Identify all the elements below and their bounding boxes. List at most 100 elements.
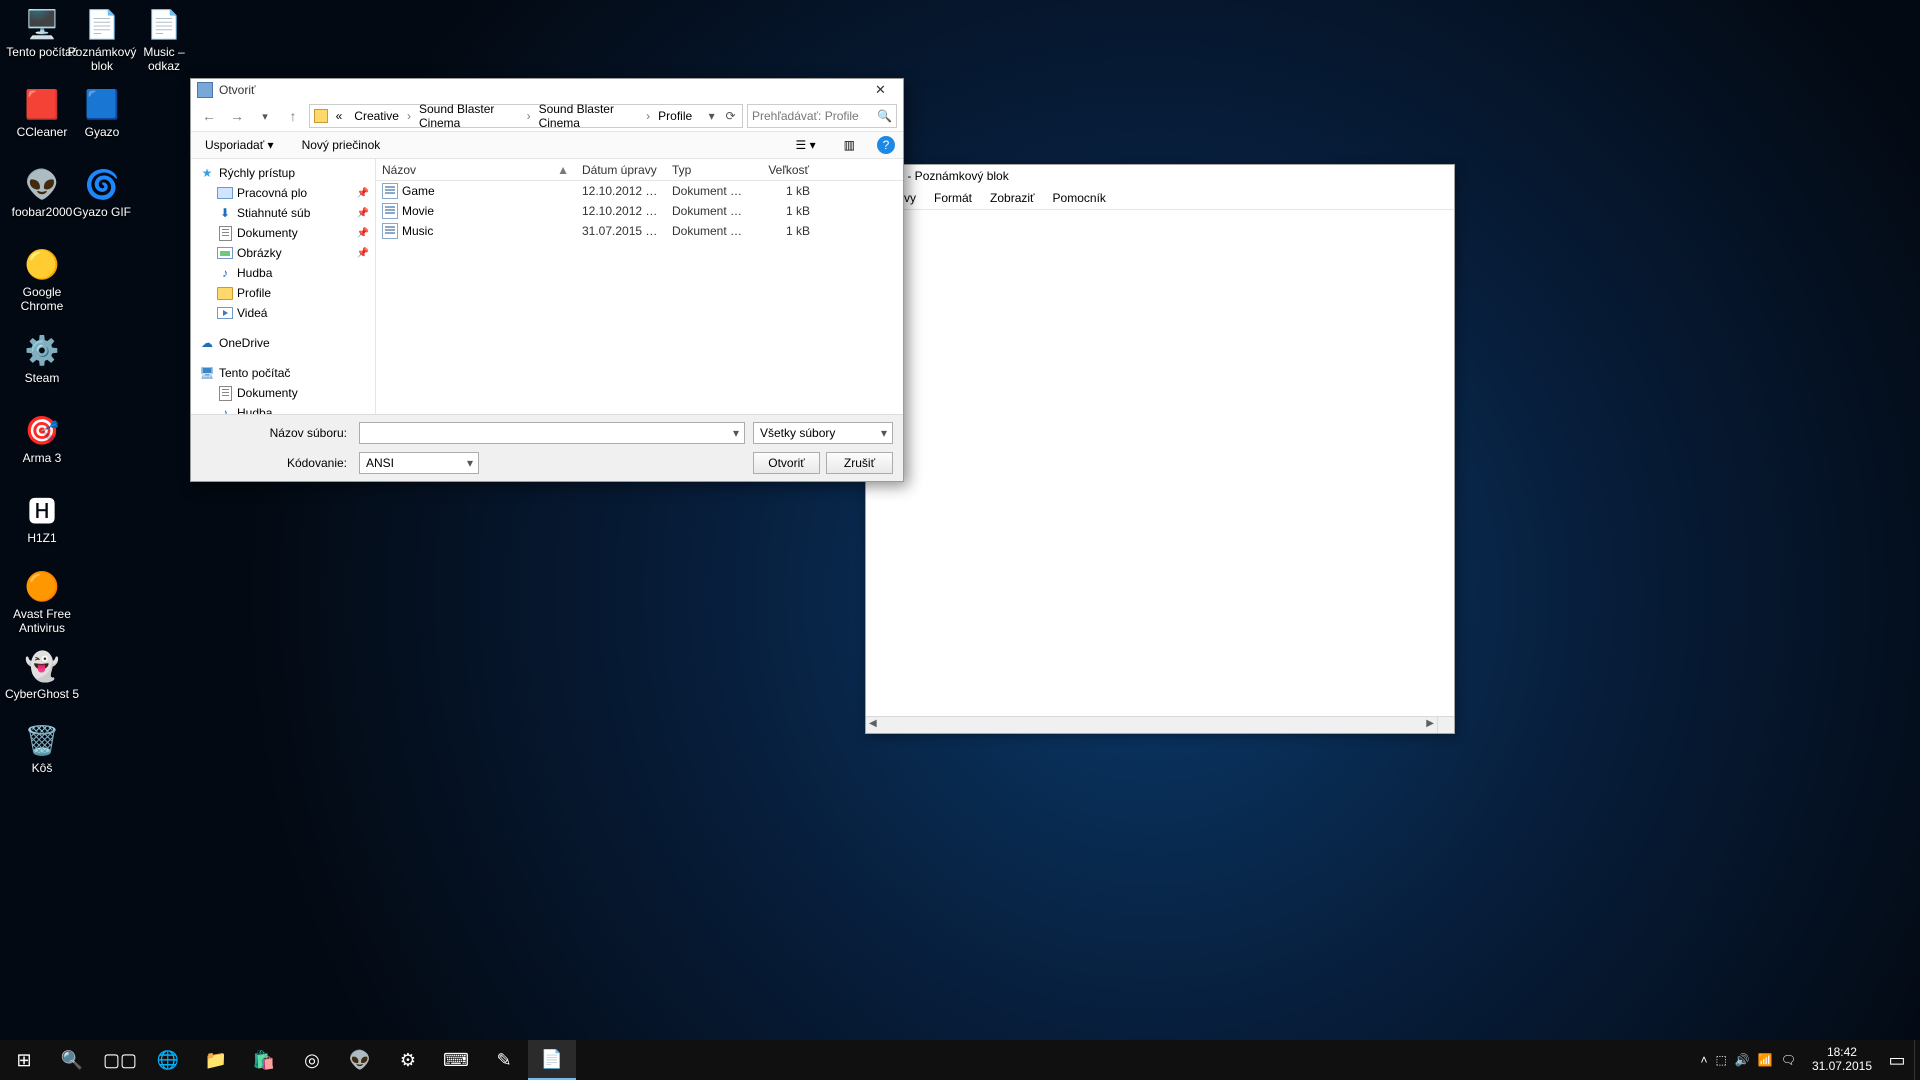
- notepad-menu-item[interactable]: Pomocník: [1045, 189, 1114, 207]
- taskbar-keyboard-button[interactable]: ⌨: [432, 1040, 480, 1080]
- nav-forward-button[interactable]: →: [225, 104, 249, 128]
- show-desktop-button[interactable]: [1914, 1040, 1920, 1080]
- file-filter-select[interactable]: Všetky súbory: [753, 422, 893, 444]
- file-row[interactable]: Game12.10.2012 10:22Dokument XML1 kB: [376, 181, 903, 201]
- file-row[interactable]: Movie12.10.2012 10:22Dokument XML1 kB: [376, 201, 903, 221]
- taskbar-settings-button[interactable]: ⚙: [384, 1040, 432, 1080]
- desktop-icon[interactable]: 👻CyberGhost 5: [4, 646, 80, 702]
- desktop-icon-label: CyberGhost 5: [4, 688, 80, 702]
- taskbar-explorer-button[interactable]: 📁: [192, 1040, 240, 1080]
- nav-tree-label: Dokumenty: [237, 226, 298, 240]
- nav-tree-item[interactable]: Profile: [191, 283, 375, 303]
- nav-tree-item[interactable]: Dokumenty📌: [191, 223, 375, 243]
- notepad-menu-item[interactable]: Zobraziť: [982, 189, 1043, 207]
- tray-icon[interactable]: 📶: [1758, 1053, 1773, 1067]
- taskbar-taskview-button[interactable]: ▢▢: [96, 1040, 144, 1080]
- notepad-textarea[interactable]: [866, 210, 1454, 733]
- desktop-icon[interactable]: 🟡Google Chrome: [4, 244, 80, 314]
- navigation-pane[interactable]: ★Rýchly prístupPracovná plo📌⬇Stiahnuté s…: [191, 159, 376, 414]
- notepad-title: názvu - Poznámkový blok: [872, 169, 1448, 183]
- nav-tree-item[interactable]: 🖥Tento počítač: [191, 363, 375, 383]
- desktop-icon[interactable]: 🗑️Kôš: [4, 720, 80, 776]
- nav-tree-label: Rýchly prístup: [219, 166, 295, 180]
- app-icon: 🌀: [82, 164, 122, 204]
- taskbar-notepad-button[interactable]: 📄: [528, 1040, 576, 1080]
- file-size: 1 kB: [756, 224, 816, 238]
- close-button[interactable]: ✕: [858, 79, 903, 101]
- column-headers: Názov▲ Dátum úpravy Typ Veľkosť: [376, 159, 903, 181]
- taskbar-chrome-button[interactable]: ◎: [288, 1040, 336, 1080]
- tray-icon[interactable]: 🔊: [1735, 1053, 1750, 1067]
- view-options-button[interactable]: ☰ ▾: [790, 135, 822, 155]
- filename-input[interactable]: [359, 422, 745, 444]
- app-icon: ⚙️: [22, 330, 62, 370]
- organize-button[interactable]: Usporiadať ▾: [199, 135, 280, 155]
- desktop-icon[interactable]: 🅷H1Z1: [4, 490, 80, 546]
- taskbar-edge-button[interactable]: 🌐: [144, 1040, 192, 1080]
- breadcrumb[interactable]: Profile: [654, 109, 696, 123]
- desktop-icon[interactable]: ⚙️Steam: [4, 330, 80, 386]
- desktop-icon[interactable]: 📄Music – odkaz: [126, 4, 202, 74]
- taskbar-store-button[interactable]: 🛍️: [240, 1040, 288, 1080]
- downloads-icon: ⬇: [217, 206, 233, 220]
- nav-tree-item[interactable]: Obrázky📌: [191, 243, 375, 263]
- scrollbar-horizontal[interactable]: [866, 716, 1437, 733]
- nav-tree-item[interactable]: Dokumenty: [191, 383, 375, 403]
- new-folder-button[interactable]: Nový priečinok: [296, 135, 387, 155]
- nav-up-button[interactable]: ↑: [281, 104, 305, 128]
- nav-tree-item[interactable]: ♪Hudba: [191, 403, 375, 414]
- breadcrumb[interactable]: Sound Blaster Cinema: [415, 102, 523, 130]
- column-size[interactable]: Veľkosť: [756, 159, 816, 180]
- desktop-icon[interactable]: 🟦Gyazo: [64, 84, 140, 140]
- tray-icon[interactable]: ˄: [1700, 1053, 1707, 1067]
- app-icon: 👽: [22, 164, 62, 204]
- nav-recent-button[interactable]: ▾: [253, 104, 277, 128]
- address-bar[interactable]: « Creative› Sound Blaster Cinema› Sound …: [309, 104, 743, 128]
- resize-grip[interactable]: [1437, 716, 1454, 733]
- search-input[interactable]: Prehľadávať: Profile 🔍: [747, 104, 897, 128]
- nav-tree-item[interactable]: ☁OneDrive: [191, 333, 375, 353]
- breadcrumb[interactable]: «: [332, 109, 347, 123]
- cancel-button[interactable]: Zrušiť: [826, 452, 893, 474]
- taskbar-foobar-button[interactable]: 👽: [336, 1040, 384, 1080]
- nav-tree-item[interactable]: Videá: [191, 303, 375, 323]
- breadcrumb[interactable]: Creative: [350, 109, 403, 123]
- taskbar-app1-button[interactable]: ✎: [480, 1040, 528, 1080]
- nav-tree-item[interactable]: ★Rýchly prístup: [191, 163, 375, 183]
- desktop-icon[interactable]: 🎯Arma 3: [4, 410, 80, 466]
- nav-tree-item[interactable]: Pracovná plo📌: [191, 183, 375, 203]
- sort-indicator-icon: ▲: [557, 163, 569, 177]
- address-dropdown[interactable]: ▾: [704, 109, 719, 123]
- nav-tree-item[interactable]: ⬇Stiahnuté súb📌: [191, 203, 375, 223]
- taskbar-clock[interactable]: 18:42 31.07.2015: [1804, 1046, 1880, 1074]
- breadcrumb[interactable]: Sound Blaster Cinema: [535, 102, 643, 130]
- column-date[interactable]: Dátum úpravy: [576, 159, 666, 180]
- xml-file-icon: [382, 203, 398, 219]
- taskbar-search-button[interactable]: 🔍: [48, 1040, 96, 1080]
- desktop-icon[interactable]: 🌀Gyazo GIF: [64, 164, 140, 220]
- file-row[interactable]: Music31.07.2015 17:20Dokument XML1 kB: [376, 221, 903, 241]
- column-name[interactable]: Názov▲: [376, 159, 576, 180]
- help-button[interactable]: ?: [877, 136, 895, 154]
- open-button[interactable]: Otvoriť: [753, 452, 820, 474]
- nav-tree-label: Pracovná plo: [237, 186, 307, 200]
- notepad-window[interactable]: názvu - Poznámkový blok ÚpravyFormátZobr…: [865, 164, 1455, 734]
- nav-tree-label: Dokumenty: [237, 386, 298, 400]
- encoding-select[interactable]: ANSI: [359, 452, 479, 474]
- refresh-button[interactable]: ⟳: [723, 109, 738, 123]
- preview-pane-button[interactable]: ▥: [838, 135, 861, 155]
- tray-icon[interactable]: 🗨: [1781, 1053, 1796, 1067]
- nav-tree-item[interactable]: ♪Hudba: [191, 263, 375, 283]
- desktop-icon-label: H1Z1: [4, 532, 80, 546]
- notifications-button[interactable]: ▭: [1880, 1040, 1914, 1080]
- notepad-titlebar[interactable]: názvu - Poznámkový blok: [866, 165, 1454, 187]
- notepad-menu-item[interactable]: Formát: [926, 189, 980, 207]
- desktop-icon[interactable]: 🟠Avast Free Antivirus: [4, 566, 80, 636]
- nav-tree-label: Hudba: [237, 406, 272, 414]
- taskbar-start-button[interactable]: ⊞: [0, 1040, 48, 1080]
- tray-icon[interactable]: ⬚: [1715, 1053, 1726, 1067]
- column-type[interactable]: Typ: [666, 159, 756, 180]
- dialog-titlebar[interactable]: Otvoriť ✕: [191, 79, 903, 101]
- nav-back-button[interactable]: ←: [197, 104, 221, 128]
- onedrive-icon: ☁: [199, 336, 215, 350]
